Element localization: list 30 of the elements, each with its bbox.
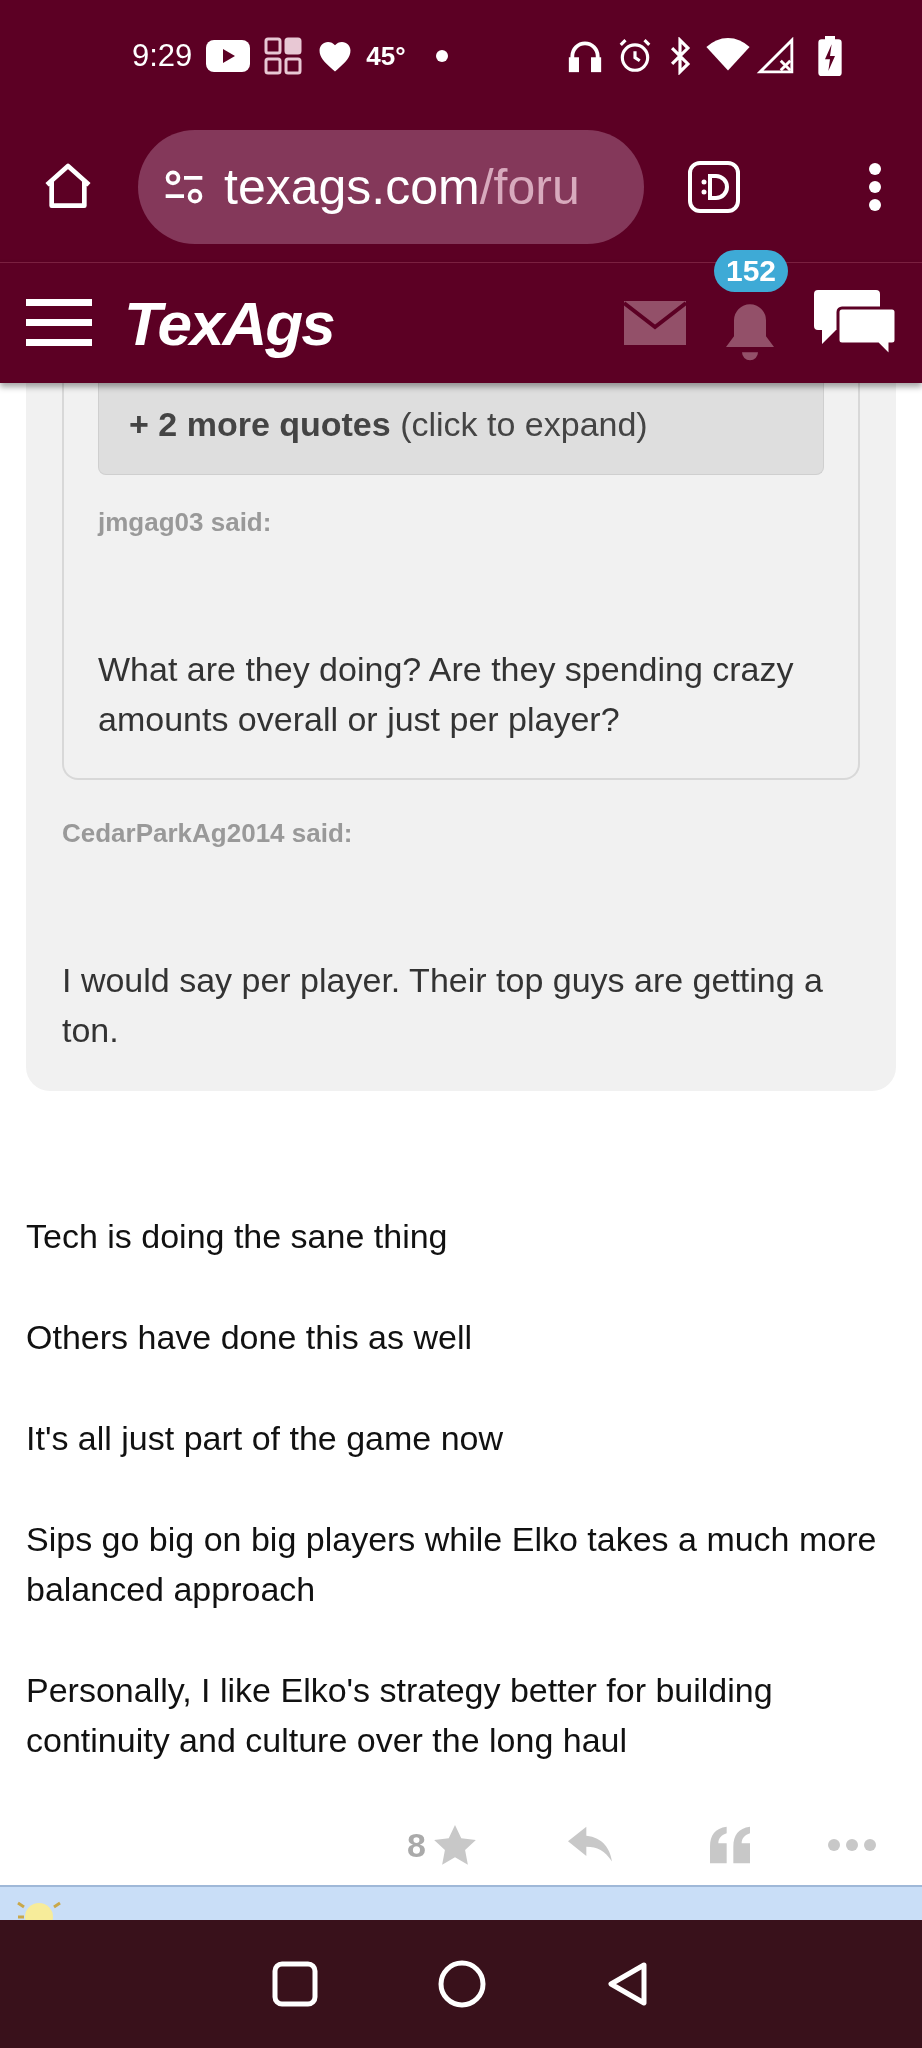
dot-icon — [435, 50, 448, 62]
quote-author: CedarParkAg2014 said: — [62, 817, 354, 850]
star-icon[interactable] — [434, 1825, 476, 1865]
post-paragraph: It's all just part of the game now — [26, 1418, 505, 1459]
menu-icon[interactable] — [26, 299, 92, 347]
back-icon[interactable] — [606, 1960, 650, 2008]
recent-apps-icon[interactable] — [272, 1961, 318, 2007]
home-button-icon[interactable] — [438, 1960, 486, 2008]
expand-quotes-button[interactable]: + 2 more quotes (click to expand) — [98, 383, 824, 475]
quote-author: jmgag03 said: — [98, 506, 273, 539]
signal-icon — [756, 37, 796, 75]
battery-charging-icon — [818, 36, 842, 76]
notification-count: 152 — [714, 250, 789, 292]
status-time: 9:29 — [132, 36, 193, 75]
grid-app-icon — [264, 37, 303, 75]
post-paragraph: Tech is doing the sane thing — [26, 1216, 449, 1257]
chat-icon[interactable] — [814, 290, 896, 356]
post-paragraph: Others have done this as well — [26, 1317, 474, 1358]
quote-text: What are they doing? Are they spending crazy amounts overall or just per player? — [98, 649, 795, 740]
weather-temperature: 45° — [366, 39, 406, 73]
site-logo[interactable]: TexAgs — [124, 276, 334, 370]
star-count: 8 — [407, 1824, 426, 1866]
url-text: texags.com/foru — [224, 157, 580, 217]
video-app-icon — [206, 40, 251, 72]
quote-text: I would say per player. Their top guys are getting a ton. — [62, 960, 825, 1051]
address-bar[interactable]: texags.com/foru — [138, 130, 644, 244]
post-paragraph: Sips go big on big players while Elko takes a much more balanced approach — [26, 1519, 878, 1610]
post-paragraph: Personally, I like Elko's strategy better for building continuity and culture over the long haul — [26, 1670, 774, 1761]
tab-switcher-icon[interactable] — [688, 161, 740, 213]
more-options-icon[interactable] — [868, 163, 882, 211]
